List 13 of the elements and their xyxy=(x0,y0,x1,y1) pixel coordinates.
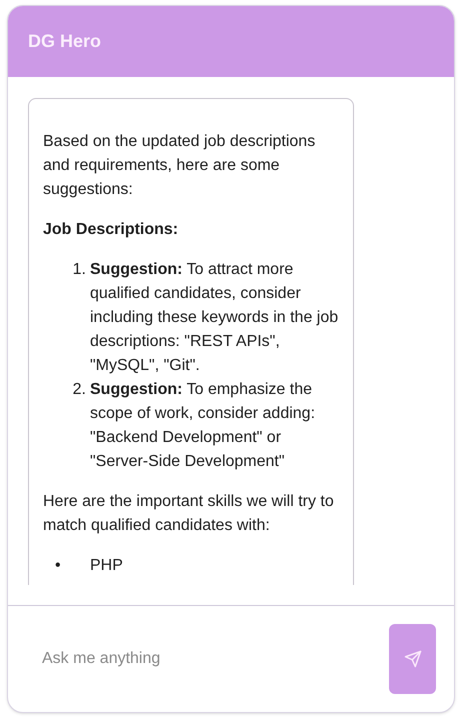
message-text: Here are the important skills we will try to match qualified candidates with: xyxy=(43,492,335,536)
app-title: DG Hero xyxy=(28,30,102,53)
message-input[interactable]: Ask me anything xyxy=(42,647,389,671)
send-button[interactable] xyxy=(389,624,436,694)
list-number: 1. xyxy=(72,260,87,280)
send-icon xyxy=(404,650,422,668)
message-text: Based on the updated job descriptions and requirements, here are some suggestions: xyxy=(43,132,316,200)
list-number: 2. xyxy=(72,380,87,400)
list-item-text: Suggestion: To attract more qualified candidates, consider including these keywords in the job descriptions: "REST APIs", "MySQL", "Git". xyxy=(90,260,340,376)
section-heading: Job Descriptions: xyxy=(43,220,180,240)
list-item-text: Suggestion: To emphasize the scope of work, consider adding: "Backend Development" or "Server-Side Development" xyxy=(90,380,316,472)
bullet-mark: • xyxy=(55,556,62,576)
list-item-text: PHP xyxy=(90,556,123,576)
